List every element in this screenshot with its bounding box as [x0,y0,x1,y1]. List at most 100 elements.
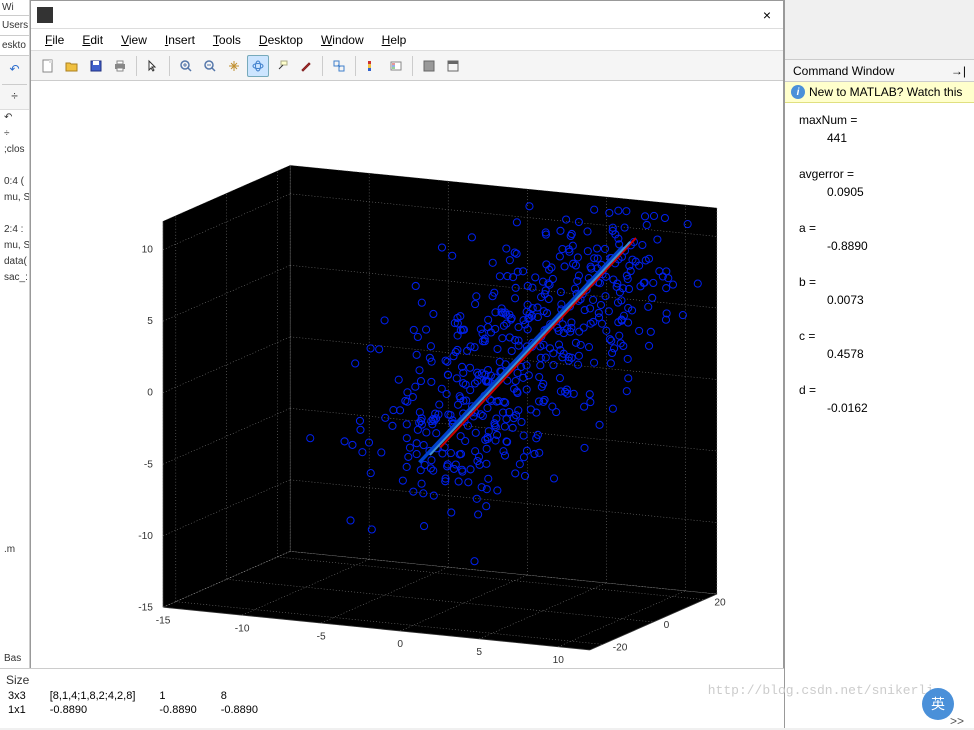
insert-legend-icon[interactable] [385,55,407,77]
figure-icon [37,7,53,23]
menu-window[interactable]: Window [313,31,372,49]
command-window-output[interactable]: maxNum =441avgerror =0.0905a =-0.8890b =… [785,103,974,714]
svg-text:0: 0 [397,639,403,650]
rotate3d-icon[interactable] [247,55,269,77]
editor-line-clip [2,480,27,496]
editor-line-clip [2,320,27,336]
undo-icon[interactable]: ↶ [2,62,27,76]
figure-toolbar [31,51,783,81]
editor-line-clip [2,384,27,400]
svg-text:-15: -15 [138,602,153,613]
cmd-var-name: b = [799,275,960,289]
right-dock: Command Window →| i New to MATLAB? Watch… [784,0,974,728]
svg-text:-10: -10 [138,531,153,542]
editor-line-clip: ↶ [2,112,27,128]
axes-3d[interactable]: -15-10-50510-15-10-50510-20020 X Y [31,81,783,727]
menu-tools[interactable]: Tools [205,31,249,49]
editor-line-clip [2,528,27,544]
matlab-welcome-banner[interactable]: i New to MATLAB? Watch this [785,82,974,103]
print-icon[interactable] [109,55,131,77]
ime-badge[interactable]: 英 [922,688,954,720]
editor-line-clip [2,368,27,384]
open-icon[interactable] [61,55,83,77]
link-icon[interactable] [328,55,350,77]
menu-bar: File Edit View Insert Tools Desktop Wind… [31,29,783,51]
svg-text:5: 5 [147,316,153,327]
editor-line-clip [2,448,27,464]
menu-insert[interactable]: Insert [157,31,203,49]
editor-line-clip: 2:4 : [2,224,27,240]
menu-help[interactable]: Help [374,31,415,49]
undock-arrow-icon[interactable]: →| [951,64,966,78]
svg-text:5: 5 [476,647,482,658]
size-header: Size [4,671,780,689]
editor-line-clip [2,288,27,304]
editor-line-clip [2,464,27,480]
editor-line-clip [2,352,27,368]
svg-text:-20: -20 [613,642,628,653]
editor-line-clip [2,416,27,432]
menu-file[interactable]: File [37,31,72,49]
editor-line-clip: sac_: [2,272,27,288]
pan-icon[interactable] [223,55,245,77]
editor-line-clip: 0:4 ( [2,176,27,192]
svg-text:0: 0 [664,620,670,631]
cmd-var-name: a = [799,221,960,235]
left-partial-panel: Wi Users eskto ↶ ÷ ↶÷;clos0:4 (mu, S,2:4… [0,0,30,728]
editor-line-clip: mu, S, [2,192,27,208]
svg-text:-10: -10 [235,623,250,634]
cmd-var-name: c = [799,329,960,343]
editor-line-clip: mu, S, [2,240,27,256]
partial-path: Users [0,15,29,36]
insert-colorbar-icon[interactable] [361,55,383,77]
watermark-text: http://blog.csdn.net/snikerli [708,683,934,698]
cmd-var-value: -0.0162 [827,401,960,415]
brush-icon[interactable] [295,55,317,77]
figure-titlebar: Figure 1 × [31,1,783,29]
editor-line-clip [2,208,27,224]
close-icon[interactable]: × [757,7,777,23]
cmd-var-value: 0.0905 [827,185,960,199]
workspace-row[interactable]: 3x3[8,1,4;1,8,2;4,2,8]18 [4,689,278,703]
svg-text:-15: -15 [156,616,171,627]
divide-icon[interactable]: ÷ [2,89,27,103]
data-cursor-icon[interactable] [271,55,293,77]
svg-text:10: 10 [553,655,565,666]
cmd-var-name: d = [799,383,960,397]
editor-line-clip: ÷ [2,128,27,144]
svg-text:0: 0 [147,388,153,399]
cmd-var-value: 0.4578 [827,347,960,361]
svg-text:-5: -5 [317,631,326,642]
new-file-icon[interactable] [37,55,59,77]
save-icon[interactable] [85,55,107,77]
figure-window: Figure 1 × File Edit View Insert Tools D… [30,0,784,728]
right-spacer [785,0,974,60]
svg-text:10: 10 [142,245,154,256]
info-icon: i [791,85,805,99]
editor-line-clip [2,160,27,176]
menu-view[interactable]: View [113,31,155,49]
command-window-title: Command Window →| [785,60,974,82]
cmd-var-name: maxNum = [799,113,960,127]
workspace-row[interactable]: 1x1-0.8890-0.8890-0.8890 [4,703,278,717]
svg-text:20: 20 [714,598,726,609]
pointer-icon[interactable] [142,55,164,77]
menu-desktop[interactable]: Desktop [251,31,311,49]
editor-line-clip: data( [2,256,27,272]
dock-icon[interactable] [442,55,464,77]
menu-edit[interactable]: Edit [74,31,111,49]
cmd-var-value: -0.8890 [827,239,960,253]
partial-tab-bottom: Bas [2,651,23,666]
partial-tab: Wi [0,0,29,15]
cmd-var-value: 441 [827,131,960,145]
zoom-in-icon[interactable] [175,55,197,77]
editor-line-clip [2,512,27,528]
hide-tools-icon[interactable] [418,55,440,77]
workspace-variables-strip: Size 3x3[8,1,4;1,8,2;4,2,8]181x1-0.8890-… [0,668,784,728]
cmd-var-value: 0.0073 [827,293,960,307]
editor-line-clip [2,432,27,448]
editor-line-clip [2,400,27,416]
zoom-out-icon[interactable] [199,55,221,77]
editor-line-clip: ;clos [2,144,27,160]
editor-line-clip [2,496,27,512]
